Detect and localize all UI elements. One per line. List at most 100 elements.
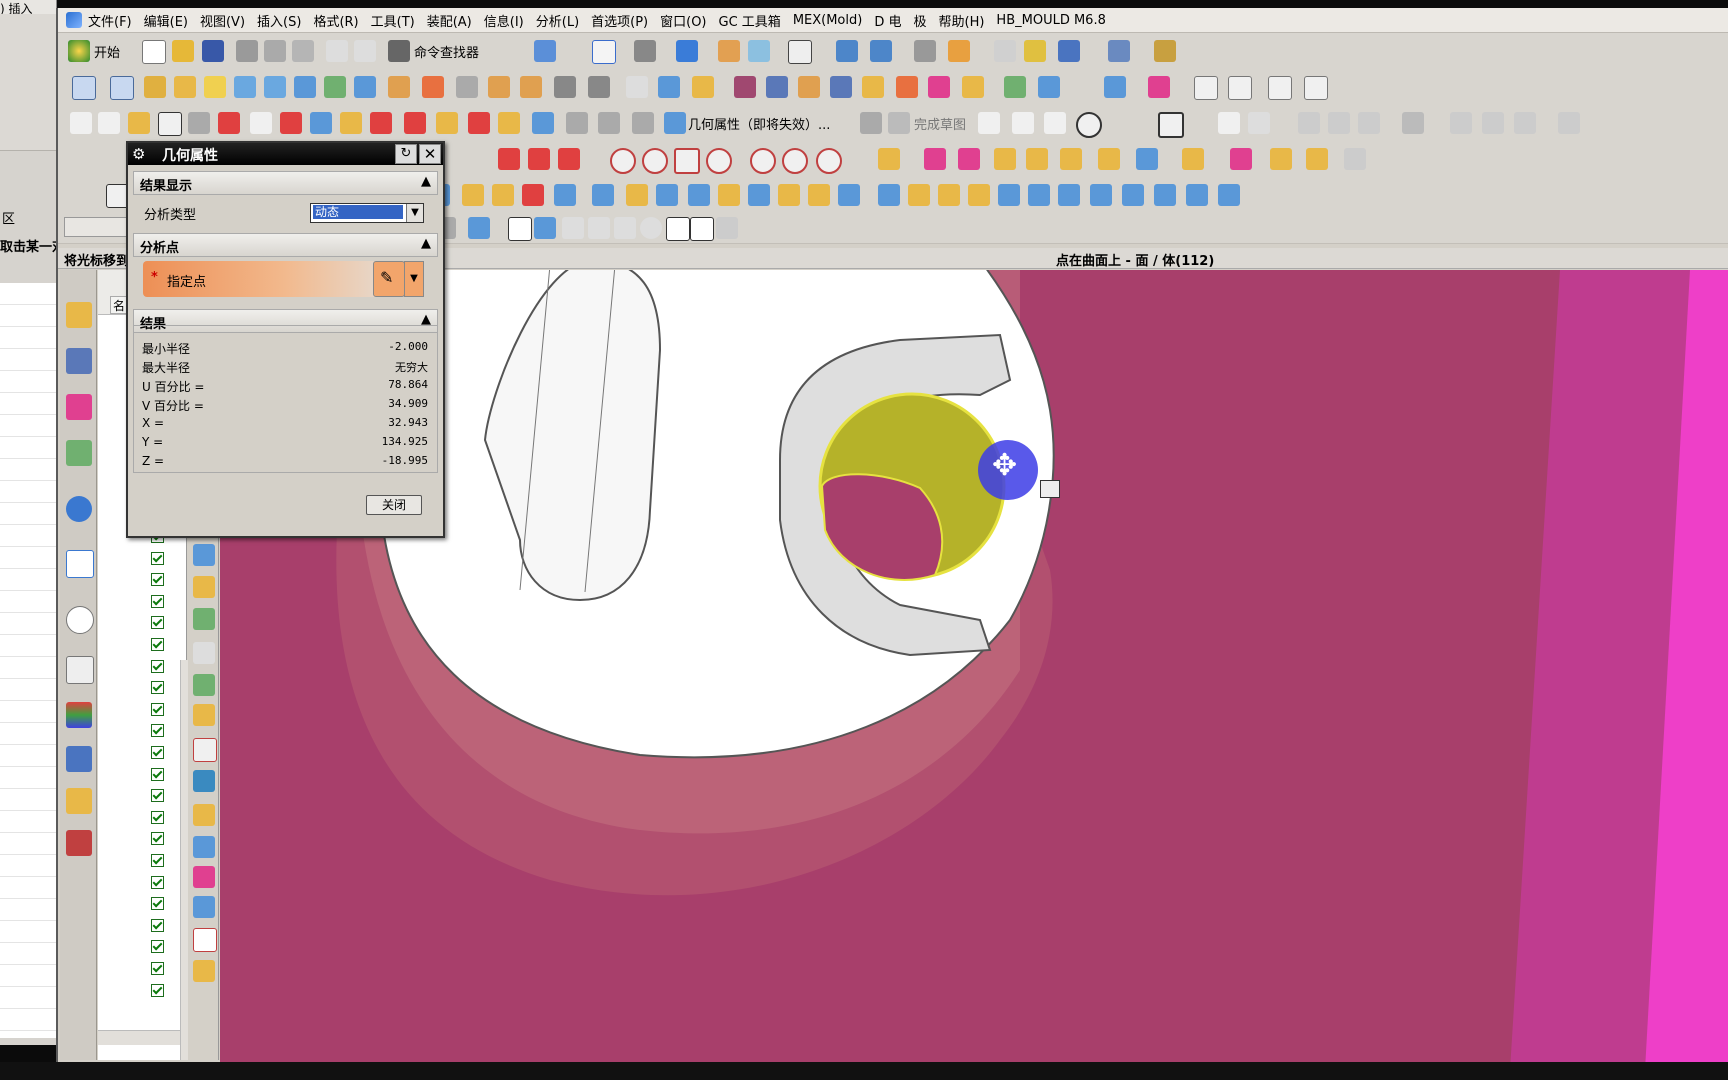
offset-face-icon[interactable]: [1228, 76, 1252, 100]
history-icon[interactable]: [66, 550, 94, 578]
roles-icon[interactable]: [66, 788, 92, 814]
fillet-curve-icon[interactable]: [188, 112, 210, 134]
layer-settings-icon[interactable]: [914, 40, 936, 62]
drawing-icon[interactable]: [1306, 148, 1328, 170]
sweep-icon[interactable]: [204, 76, 226, 98]
clock-icon[interactable]: [66, 606, 94, 634]
circle-center-icon[interactable]: [610, 148, 636, 174]
navigator-visibility-checkbox[interactable]: [151, 659, 164, 673]
flange-icon[interactable]: [778, 184, 800, 206]
face-icon[interactable]: [734, 76, 756, 98]
analysis-type-dropdown[interactable]: 动态 ▼: [310, 203, 424, 223]
bracket-icon[interactable]: [528, 148, 550, 170]
menu-information[interactable]: 信息(I): [484, 11, 524, 30]
target-icon[interactable]: [193, 928, 217, 952]
close-icon[interactable]: ✕: [419, 144, 441, 164]
bridge-curve-icon[interactable]: [370, 112, 392, 134]
offset-surface-icon[interactable]: [324, 76, 346, 98]
system-scenes-icon[interactable]: [66, 830, 92, 856]
sketch-rect-icon[interactable]: [1158, 112, 1184, 138]
navigator-visibility-checkbox[interactable]: [151, 789, 164, 803]
navigator-visibility-checkbox[interactable]: [151, 638, 164, 651]
extrude-icon[interactable]: [144, 76, 166, 98]
redo-icon[interactable]: [354, 40, 376, 62]
delete-face-icon[interactable]: [1148, 76, 1170, 98]
navigator-visibility-checkbox[interactable]: [151, 918, 164, 932]
snap-icon[interactable]: [948, 40, 970, 62]
chamfer-icon[interactable]: [422, 76, 444, 98]
trim-body-icon[interactable]: [354, 76, 376, 98]
datum-plane-icon[interactable]: [110, 76, 134, 100]
navigator-visibility-checkbox[interactable]: [151, 573, 164, 587]
quadrant-point-icon[interactable]: [816, 148, 842, 174]
palette-icon[interactable]: [66, 702, 92, 728]
sketch-curve-icon[interactable]: [1304, 76, 1328, 100]
intersect-curve-icon[interactable]: [340, 112, 362, 134]
menu-format[interactable]: 格式(R): [313, 11, 358, 30]
unite-icon[interactable]: [588, 76, 610, 98]
profile-icon[interactable]: [978, 112, 1000, 134]
menu-help[interactable]: 帮助(H): [939, 11, 985, 30]
angle-point-icon[interactable]: [782, 148, 808, 174]
boss-icon[interactable]: [830, 76, 852, 98]
snap-face-icon[interactable]: [690, 217, 714, 241]
louver-icon[interactable]: [1028, 184, 1050, 206]
snap-line-icon[interactable]: [562, 217, 584, 239]
constraint-navigator-icon[interactable]: [66, 348, 92, 374]
bom-icon[interactable]: [1270, 148, 1292, 170]
gear-icon[interactable]: ⚙: [132, 145, 145, 163]
bend-icon[interactable]: [808, 184, 830, 206]
navigator-visibility-checkbox[interactable]: [151, 962, 164, 975]
select-body-icon[interactable]: [468, 217, 490, 239]
revolve-icon[interactable]: [174, 76, 196, 98]
menu-edit[interactable]: 编辑(E): [144, 11, 188, 30]
tool-icon[interactable]: [1024, 40, 1046, 62]
standard-parts-icon[interactable]: [1026, 148, 1048, 170]
stack-sheets-icon[interactable]: [193, 896, 215, 918]
start-icon[interactable]: [68, 40, 90, 62]
groove-icon[interactable]: [962, 76, 984, 98]
grid-icon[interactable]: [716, 217, 738, 239]
stack-icon[interactable]: [492, 184, 514, 206]
navigator-visibility-checkbox[interactable]: [151, 551, 164, 565]
wrap-icon[interactable]: [532, 112, 554, 134]
subtract-icon[interactable]: [626, 76, 648, 98]
curve-project-icon[interactable]: [558, 148, 580, 170]
sketch-point-icon[interactable]: [1218, 112, 1240, 134]
intersect-icon[interactable]: [658, 76, 680, 98]
book-icon[interactable]: [592, 184, 614, 206]
view-orient-icon[interactable]: [748, 40, 770, 62]
sketch-options-icon[interactable]: [1558, 112, 1580, 134]
selection-icon[interactable]: [534, 40, 556, 62]
binoculars-icon[interactable]: [388, 40, 410, 62]
navigator-visibility-checkbox[interactable]: [151, 746, 164, 759]
measure-distance-icon[interactable]: [566, 112, 588, 134]
rectangle-icon[interactable]: [158, 112, 182, 136]
navigator-visibility-checkbox[interactable]: [151, 940, 164, 954]
ejector-icon[interactable]: [1060, 148, 1082, 170]
sphere-icon[interactable]: [718, 184, 740, 206]
layer-icon[interactable]: [718, 40, 740, 62]
snap-curve-icon[interactable]: [588, 217, 610, 239]
mold-wizard-icon[interactable]: [878, 148, 900, 170]
draft-icon[interactable]: [488, 76, 510, 98]
sketch-display-icon[interactable]: [1514, 112, 1536, 134]
start-button[interactable]: 开始: [94, 42, 120, 61]
extract-curve-icon[interactable]: [436, 112, 458, 134]
point-type-dropdown[interactable]: ▼: [404, 261, 424, 297]
jog-icon[interactable]: [968, 184, 990, 206]
spiral-icon[interactable]: [193, 608, 215, 630]
menu-file[interactable]: 文件(F): [88, 11, 132, 30]
electrode-icon[interactable]: [1230, 148, 1252, 170]
shell-icon[interactable]: [456, 76, 478, 98]
box-red-icon[interactable]: [193, 738, 217, 762]
save-icon[interactable]: [202, 40, 224, 62]
sketch-constraint-icon[interactable]: [1450, 112, 1472, 134]
assembly-tree-icon[interactable]: [522, 184, 544, 206]
bead-icon[interactable]: [1058, 184, 1080, 206]
point-icon[interactable]: [994, 40, 1016, 62]
table-icon[interactable]: [193, 770, 215, 792]
command-finder-button[interactable]: 命令查找器: [414, 42, 479, 61]
sheet-icon[interactable]: [193, 544, 215, 566]
section-result-display[interactable]: 结果显示 ▲: [133, 171, 438, 195]
